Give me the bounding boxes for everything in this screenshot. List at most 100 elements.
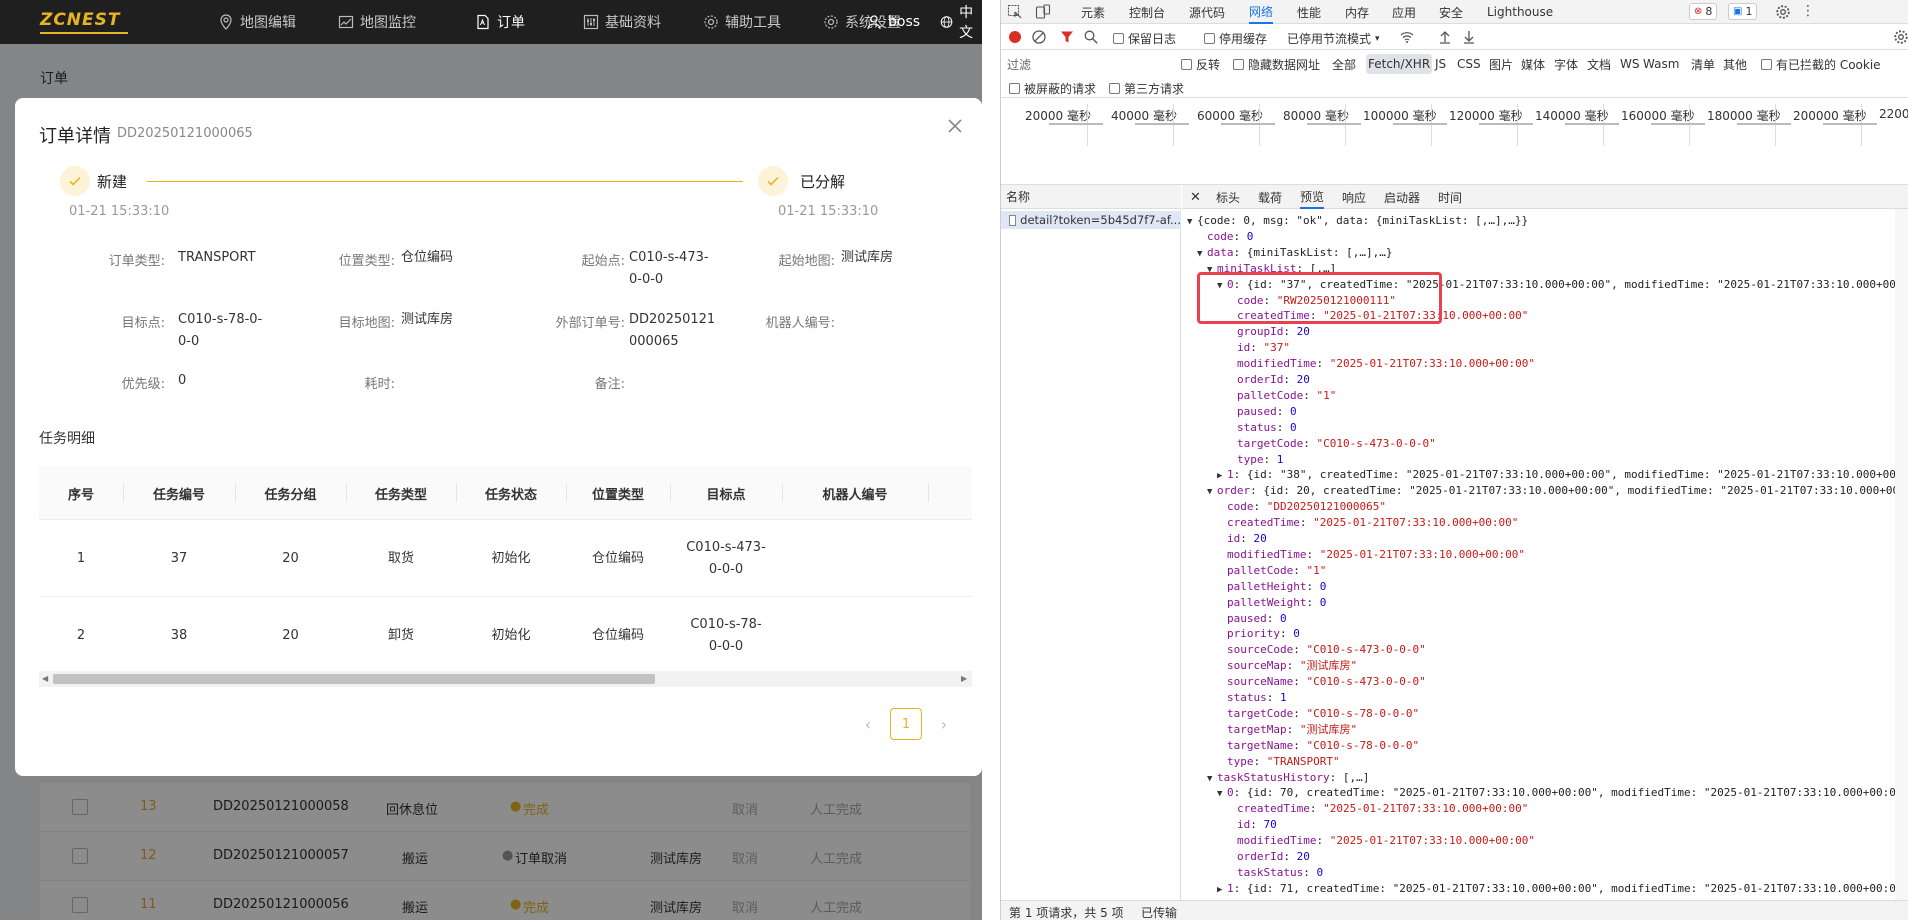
detail-tab-initiator[interactable]: 启动器 — [1384, 185, 1420, 209]
nav-item-order[interactable]: 订单 — [475, 0, 525, 44]
collapse-triangle-icon[interactable]: ▼ — [1207, 771, 1217, 787]
checkbox-box[interactable] — [1009, 83, 1020, 94]
json-line[interactable]: ▶ 1: {id: "38", createdTime: "2025-01-21T… — [1217, 467, 1896, 483]
page-number-current[interactable]: 1 — [890, 708, 922, 740]
collapse-triangle-icon[interactable]: ▼ — [1217, 786, 1227, 802]
filter-type-font[interactable]: 字体 — [1552, 54, 1580, 74]
network-settings-gear-icon[interactable] — [1893, 29, 1908, 45]
checkbox-box[interactable] — [1761, 59, 1772, 70]
filter-type-css[interactable]: CSS — [1455, 54, 1483, 74]
throttle-select[interactable]: 已停用节流模式 ▾ — [1287, 30, 1380, 47]
devtools-tab-application[interactable]: 应用 — [1392, 0, 1416, 24]
checkbox-box[interactable] — [1113, 33, 1124, 44]
scroll-left-icon[interactable]: ◀ — [42, 674, 48, 683]
clear-icon[interactable] — [1031, 29, 1047, 45]
inspect-element-icon[interactable] — [1007, 4, 1023, 20]
table-row[interactable]: 1 37 20 取货 初始化 仓位编码 C010-s-473- 0-0-0 — [39, 520, 972, 597]
devtools-tab-security[interactable]: 安全 — [1439, 0, 1463, 24]
filter-type-wasm[interactable]: Wasm — [1641, 54, 1681, 74]
preserve-log-checkbox[interactable]: 保留日志 — [1113, 30, 1176, 47]
third-party-checkbox[interactable]: 第三方请求 — [1109, 80, 1184, 97]
checkbox-box[interactable] — [1181, 59, 1192, 70]
devtools-tab-sources[interactable]: 源代码 — [1189, 0, 1225, 24]
export-har-icon[interactable] — [1461, 29, 1477, 45]
expand-triangle-icon[interactable]: ▶ — [1217, 882, 1227, 898]
search-icon[interactable] — [1083, 29, 1099, 45]
detail-tab-response[interactable]: 响应 — [1342, 185, 1366, 209]
filter-type-manifest[interactable]: 清单 — [1689, 54, 1717, 74]
checkbox-box[interactable] — [1204, 33, 1215, 44]
devtools-tab-lighthouse[interactable]: Lighthouse — [1487, 0, 1553, 24]
collapse-triangle-icon[interactable]: ▼ — [1207, 484, 1217, 500]
user-menu[interactable]: boss — [866, 0, 920, 44]
nav-item-aux-tools[interactable]: 辅助工具 — [703, 0, 781, 44]
nav-item-map-monitor[interactable]: 地图监控 — [338, 0, 416, 44]
column-header-status[interactable]: 任务状态 — [456, 466, 566, 520]
filter-type-media[interactable]: 媒体 — [1519, 54, 1547, 74]
nav-item-map-edit[interactable]: 地图编辑 — [218, 0, 296, 44]
filter-icon[interactable] — [1059, 29, 1075, 45]
message-count-badge[interactable]: ▣ 1 — [1728, 3, 1758, 20]
filter-type-all[interactable]: 全部 — [1330, 54, 1358, 74]
detail-tab-payload[interactable]: 载荷 — [1258, 185, 1282, 209]
devtools-tab-memory[interactable]: 内存 — [1345, 0, 1369, 24]
json-line[interactable]: ▼ taskStatusHistory: [,…] — [1207, 770, 1369, 786]
column-header-seq[interactable]: 序号 — [39, 466, 123, 520]
error-count-badge[interactable]: ⊗ 8 — [1689, 3, 1718, 20]
filter-type-other[interactable]: 其他 — [1721, 54, 1749, 74]
json-line[interactable]: ▼ order: {id: 20, createdTime: "2025-01-2… — [1207, 483, 1899, 499]
prev-page-button[interactable]: ‹ — [852, 708, 884, 740]
column-header-group[interactable]: 任务分组 — [235, 466, 346, 520]
column-header-target[interactable]: 目标点 — [670, 466, 782, 520]
column-header-task-no[interactable]: 任务编号 — [123, 466, 235, 520]
detail-tab-timing[interactable]: 时间 — [1438, 185, 1462, 209]
column-header-location-type[interactable]: 位置类型 — [566, 466, 670, 520]
scrollbar-thumb[interactable] — [53, 674, 655, 684]
filter-type-doc[interactable]: 文档 — [1585, 54, 1613, 74]
expand-triangle-icon[interactable]: ▶ — [1217, 468, 1227, 484]
request-row[interactable]: detail?token=5b45d7f7-af... — [1001, 211, 1181, 229]
vertical-scrollbar[interactable] — [1895, 209, 1908, 900]
disable-cache-checkbox[interactable]: 停用缓存 — [1204, 30, 1267, 47]
wifi-settings-icon[interactable] — [1399, 29, 1415, 45]
scroll-right-icon[interactable]: ▶ — [961, 674, 967, 683]
filter-input[interactable]: 过滤 — [1007, 56, 1167, 74]
column-header-robot-no[interactable]: 机器人编号 — [782, 466, 928, 520]
blocked-requests-checkbox[interactable]: 被屏蔽的请求 — [1009, 80, 1096, 97]
json-line[interactable]: ▼ 0: {id: 70, createdTime: "2025-01-21T07… — [1217, 785, 1896, 801]
record-stop-icon[interactable] — [1007, 29, 1023, 45]
language-switch[interactable]: 中文 — [940, 0, 982, 44]
collapse-triangle-icon[interactable]: ▼ — [1197, 246, 1207, 262]
close-detail-icon[interactable]: ✕ — [1190, 185, 1201, 209]
devtools-tab-network[interactable]: 网络 — [1249, 0, 1274, 24]
filter-type-js[interactable]: JS — [1433, 54, 1448, 74]
invert-checkbox[interactable]: 反转 — [1181, 56, 1220, 73]
checkbox-box[interactable] — [1109, 83, 1120, 94]
json-line[interactable]: ▼ data: {miniTaskList: [,…],…} — [1197, 245, 1392, 261]
filter-type-fetch-xhr[interactable]: Fetch/XHR — [1366, 54, 1433, 74]
hide-data-urls-checkbox[interactable]: 隐藏数据网址 — [1233, 56, 1320, 73]
json-line[interactable]: ▶ 1: {id: 71, createdTime: "2025-01-21T07… — [1217, 881, 1896, 897]
column-header-type[interactable]: 任务类型 — [346, 466, 456, 520]
devtools-tab-console[interactable]: 控制台 — [1129, 0, 1165, 24]
next-page-button[interactable]: › — [928, 708, 960, 740]
checkbox-box[interactable] — [1233, 59, 1244, 70]
blocked-cookies-checkbox[interactable]: 有已拦截的 Cookie — [1761, 56, 1881, 73]
nav-item-basic-data[interactable]: 基础资料 — [583, 0, 661, 44]
json-line[interactable]: ▼ {code: 0, msg: "ok", data: {miniTaskLis… — [1187, 213, 1528, 229]
detail-tab-preview[interactable]: 预览 — [1300, 185, 1325, 209]
device-toolbar-icon[interactable] — [1035, 4, 1051, 20]
detail-tab-headers[interactable]: 标头 — [1216, 185, 1240, 209]
devtools-tab-elements[interactable]: 元素 — [1081, 0, 1105, 24]
more-options-icon[interactable]: ⋮ — [1801, 3, 1815, 19]
settings-gear-icon[interactable] — [1775, 4, 1791, 20]
filter-type-image[interactable]: 图片 — [1487, 54, 1515, 74]
name-column-header[interactable]: 名称 — [1001, 185, 1181, 209]
import-har-icon[interactable] — [1437, 29, 1453, 45]
horizontal-scrollbar[interactable]: ◀ ▶ — [39, 671, 972, 687]
table-row[interactable]: 2 38 20 卸货 初始化 仓位编码 C010-s-78- 0-0-0 — [39, 597, 972, 674]
devtools-tab-performance[interactable]: 性能 — [1297, 0, 1321, 24]
filter-type-ws[interactable]: WS — [1618, 54, 1641, 74]
collapse-triangle-icon[interactable]: ▼ — [1187, 214, 1197, 230]
close-icon[interactable] — [945, 116, 965, 136]
